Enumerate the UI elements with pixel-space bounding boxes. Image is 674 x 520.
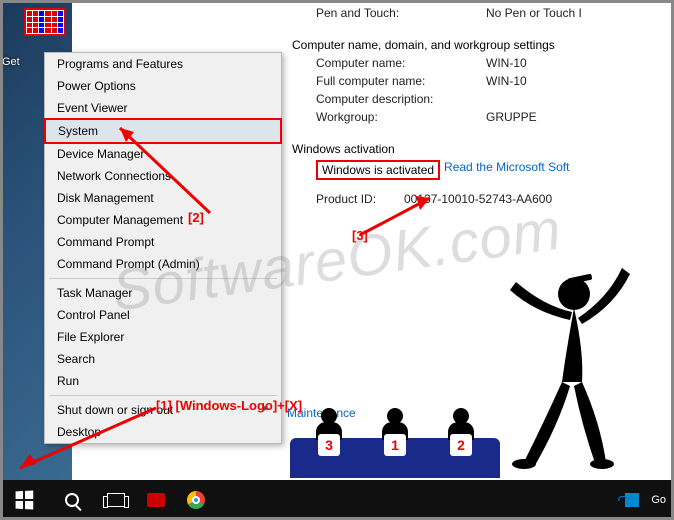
activation-section: Windows activation: [284, 138, 674, 158]
desktop-shortcut-label: Get: [2, 56, 20, 68]
product-id-label: Product ID:: [316, 192, 404, 206]
product-id-value: 00137-10010-52743-AA600: [404, 192, 552, 206]
search-icon: [65, 493, 79, 507]
full-computer-name-value: WIN-10: [486, 74, 527, 88]
activation-status: Windows is activated: [316, 160, 440, 180]
desktop-shortcut-icon[interactable]: [24, 8, 66, 50]
start-button[interactable]: [0, 480, 48, 520]
menu-separator: [49, 395, 277, 396]
menu-command-prompt[interactable]: Command Prompt: [45, 231, 281, 253]
computer-name-label: Computer name:: [316, 56, 486, 70]
menu-event-viewer[interactable]: Event Viewer: [45, 97, 281, 119]
taskbar-app-1[interactable]: [136, 480, 176, 520]
menu-control-panel[interactable]: Control Panel: [45, 304, 281, 326]
menu-system[interactable]: System: [44, 118, 282, 144]
taskbar-search-button[interactable]: [48, 480, 96, 520]
task-view-button[interactable]: [96, 480, 136, 520]
menu-power-options[interactable]: Power Options: [45, 75, 281, 97]
menu-network-connections[interactable]: Network Connections: [45, 165, 281, 187]
taskbar-chrome[interactable]: [176, 480, 216, 520]
menu-separator: [49, 278, 277, 279]
task-view-icon: [107, 493, 125, 507]
menu-disk-management[interactable]: Disk Management: [45, 187, 281, 209]
app-icon: [147, 493, 165, 507]
full-computer-name-label: Full computer name:: [316, 74, 486, 88]
cartoon-judges: 3 1 2: [290, 424, 500, 482]
menu-command-prompt-admin[interactable]: Command Prompt (Admin): [45, 253, 281, 275]
cartoon-dancer: [504, 262, 634, 482]
menu-device-manager[interactable]: Device Manager: [45, 143, 281, 165]
pen-touch-label: Pen and Touch:: [316, 6, 486, 20]
taskbar: Go: [0, 480, 674, 520]
computer-name-value: WIN-10: [486, 56, 527, 70]
pen-touch-value: No Pen or Touch I: [486, 6, 582, 20]
activation-read-link[interactable]: Read the Microsoft Soft: [444, 160, 569, 180]
menu-task-manager[interactable]: Task Manager: [45, 282, 281, 304]
menu-computer-management[interactable]: Computer Management: [45, 209, 281, 231]
menu-desktop[interactable]: Desktop: [45, 421, 281, 443]
winx-context-menu: Programs and Features Power Options Even…: [44, 52, 282, 444]
menu-search[interactable]: Search: [45, 348, 281, 370]
computer-description-label: Computer description:: [316, 92, 486, 106]
chrome-icon: [187, 491, 205, 509]
menu-shutdown[interactable]: Shut down or sign out: [45, 399, 281, 421]
workgroup-label: Workgroup:: [316, 110, 486, 124]
windows-logo-icon: [16, 491, 34, 510]
computer-name-section: Computer name, domain, and workgroup set…: [284, 34, 674, 54]
menu-file-explorer[interactable]: File Explorer: [45, 326, 281, 348]
taskbar-go-text: Go: [651, 494, 666, 506]
menu-run[interactable]: Run: [45, 370, 281, 392]
workgroup-value: GRUPPE: [486, 110, 537, 124]
menu-programs-features[interactable]: Programs and Features: [45, 53, 281, 75]
